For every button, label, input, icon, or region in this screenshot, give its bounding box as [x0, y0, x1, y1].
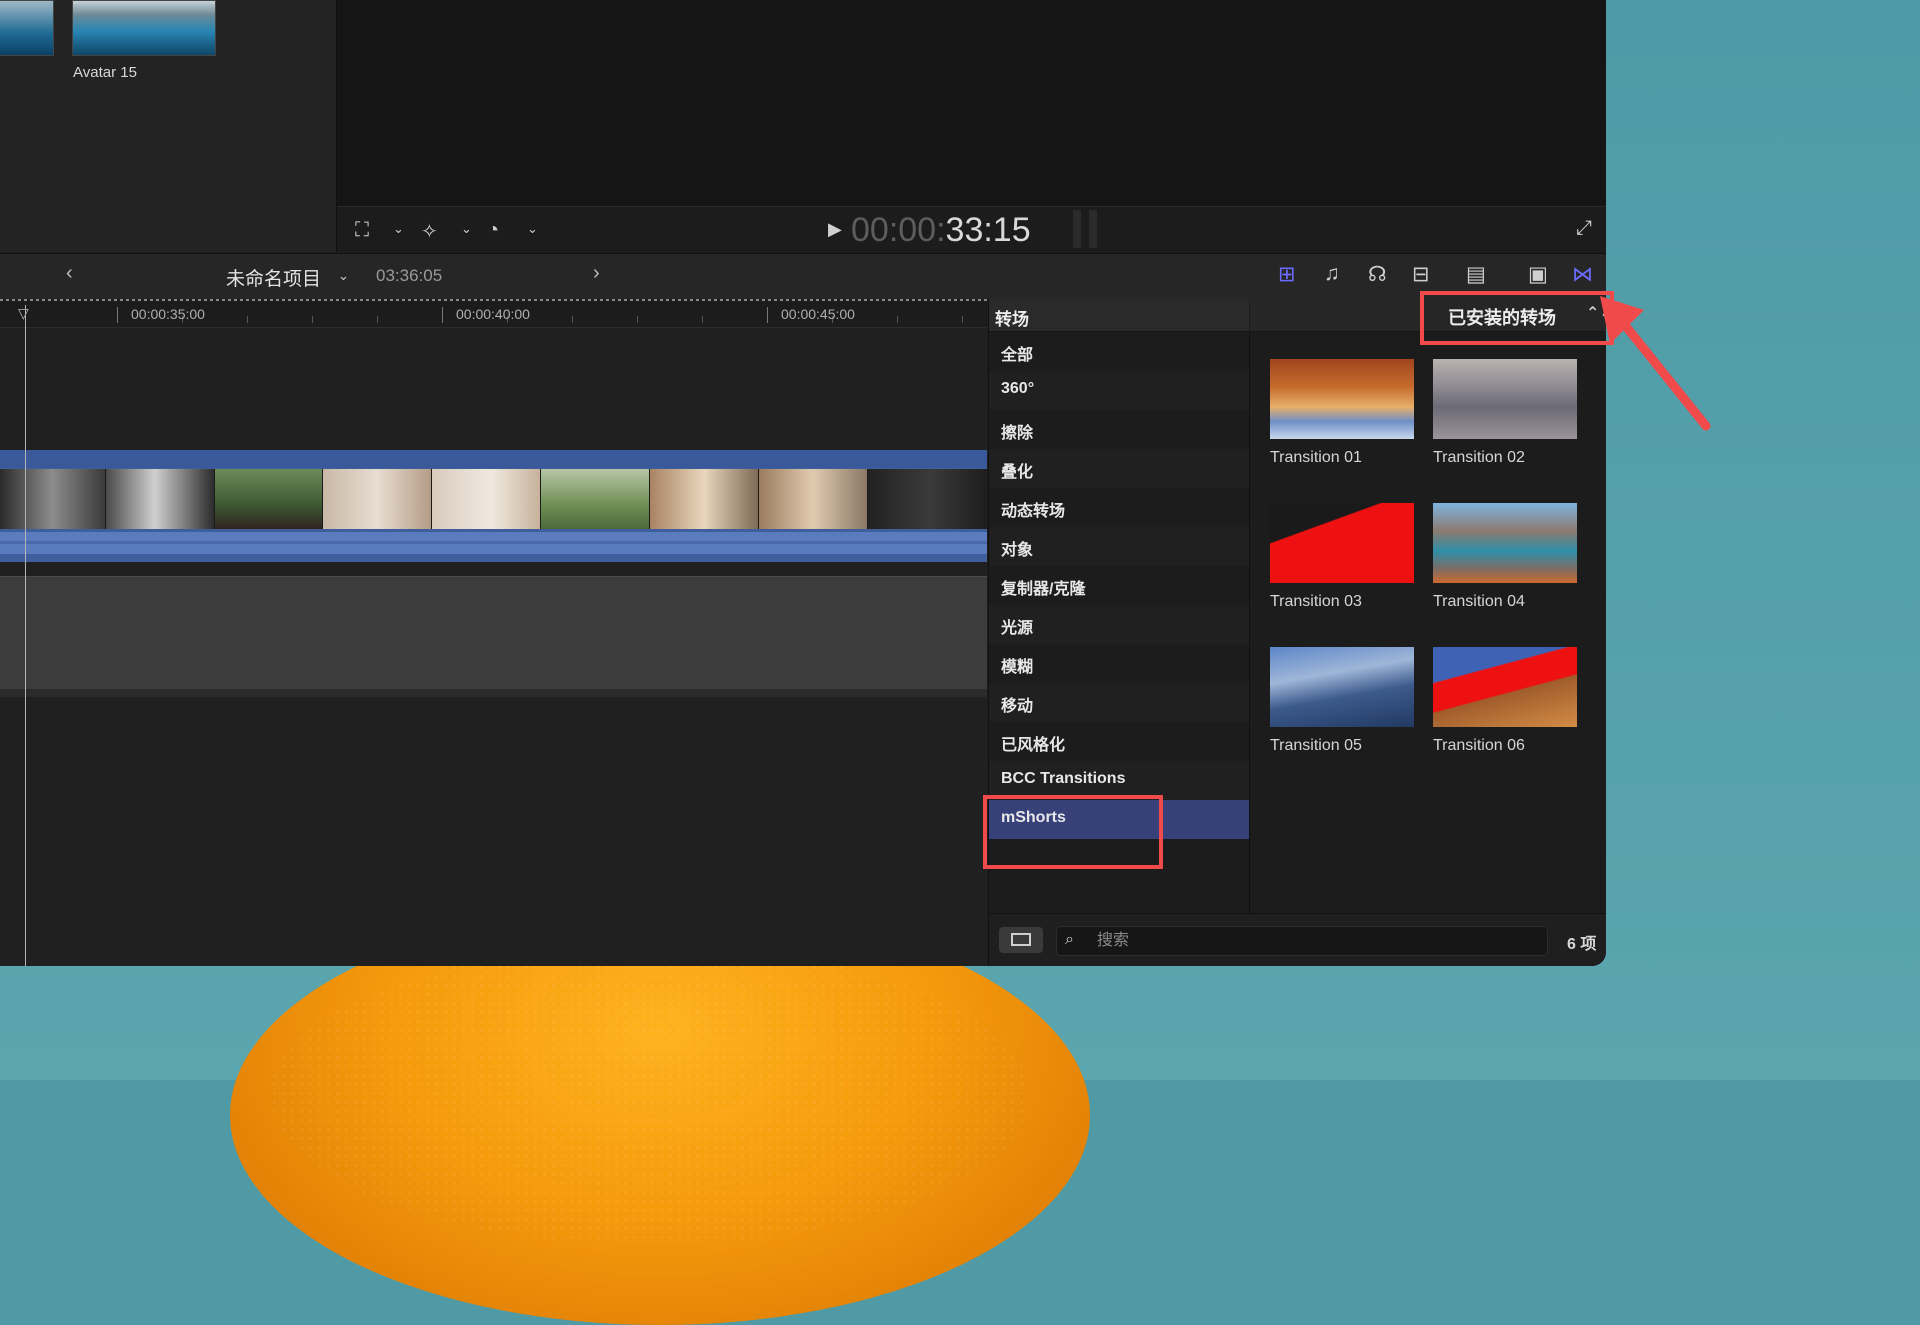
- category-item[interactable]: 对象: [989, 527, 1249, 566]
- category-item[interactable]: 全部: [989, 332, 1249, 371]
- transition-label: Transition 06: [1433, 737, 1525, 754]
- effects-browser-icon[interactable]: ▣: [1528, 262, 1548, 287]
- clip-appearance-icon[interactable]: ▤: [1466, 262, 1486, 287]
- playhead-marker-icon[interactable]: ▽: [18, 305, 29, 322]
- transition-label: Transition 05: [1270, 737, 1362, 754]
- audio-waveform: [0, 532, 987, 554]
- category-item[interactable]: 复制器/克隆: [989, 566, 1249, 605]
- audio-meter: [1089, 210, 1097, 248]
- audio-skimming-icon[interactable]: ♫: [1324, 262, 1340, 286]
- category-item[interactable]: 叠化: [989, 449, 1249, 488]
- transition-label: Transition 02: [1433, 449, 1525, 466]
- transition-label: Transition 03: [1270, 593, 1362, 610]
- category-item[interactable]: 动态转场: [989, 488, 1249, 527]
- search-input[interactable]: [1095, 930, 1529, 952]
- transition-thumbnail[interactable]: [1433, 359, 1577, 439]
- transform-icon[interactable]: ⛶: [355, 219, 369, 242]
- forward-arrow-icon[interactable]: ›: [593, 262, 600, 285]
- timecode-display: 00:00:33:15: [851, 211, 1031, 249]
- transitions-browser-icon[interactable]: ⋈: [1572, 262, 1593, 287]
- transition-thumbnail[interactable]: [1433, 503, 1577, 583]
- search-icon: ⌕: [1065, 931, 1074, 948]
- timeline[interactable]: 00:00:35:00 00:00:40:00 00:00:45:00 ▽: [0, 299, 994, 966]
- media-browser: Avatar 15: [0, 0, 337, 252]
- orange-fruit-image: [230, 905, 1090, 1325]
- layout-toggle-button[interactable]: [999, 927, 1043, 953]
- category-item[interactable]: 模糊: [989, 644, 1249, 683]
- highlight-box-installed: [1420, 291, 1614, 345]
- video-clip[interactable]: [0, 450, 994, 562]
- transition-thumbnail[interactable]: [1270, 647, 1414, 727]
- ruler-label: 00:00:45:00: [781, 306, 855, 322]
- clip-filmstrip: [0, 469, 994, 529]
- empty-track[interactable]: [0, 576, 987, 690]
- audio-meter: [1073, 210, 1081, 248]
- browser-bottom-bar: ⌕ 6 项: [989, 913, 1606, 966]
- chevron-down-icon[interactable]: ⌄: [527, 221, 538, 237]
- play-button[interactable]: ▶: [828, 219, 842, 240]
- project-duration: 03:36:05: [376, 266, 443, 285]
- category-item[interactable]: 360°: [989, 371, 1249, 410]
- chevron-down-icon[interactable]: ⌄: [393, 221, 404, 237]
- transition-thumbnail[interactable]: [1270, 359, 1414, 439]
- viewer-toolbar: ⛶ ⌄ ✧ ⌄ ◔ ⌄ ▶ 00:00:33:15 ⤢: [337, 206, 1606, 253]
- clip-thumbnail[interactable]: [0, 0, 54, 56]
- ruler-label: 00:00:40:00: [456, 306, 530, 322]
- snapping-icon[interactable]: ⊟: [1412, 262, 1430, 287]
- project-name[interactable]: 未命名项目: [226, 264, 321, 291]
- category-item[interactable]: 移动: [989, 683, 1249, 722]
- playhead[interactable]: [25, 305, 26, 966]
- transition-label: Transition 04: [1433, 593, 1525, 610]
- chevron-down-icon[interactable]: ⌄: [461, 221, 472, 237]
- timeline-header: ‹ 未命名项目 ⌄ 03:36:05 › ⊞ ♫ ☊ ⊟ ▤ ▣ ⋈: [0, 253, 1606, 300]
- fullscreen-icon[interactable]: ⤢: [1576, 217, 1592, 240]
- skimming-icon[interactable]: ⊞: [1278, 262, 1296, 287]
- viewer: [337, 0, 1606, 206]
- headphones-icon[interactable]: ☊: [1368, 262, 1387, 287]
- clip-title-bar: [0, 450, 987, 468]
- category-item[interactable]: 已风格化: [989, 722, 1249, 761]
- category-item[interactable]: 光源: [989, 605, 1249, 644]
- timeline-ruler[interactable]: 00:00:35:00 00:00:40:00 00:00:45:00: [0, 299, 987, 328]
- magic-wand-icon[interactable]: ✧: [421, 219, 438, 244]
- final-cut-window: Avatar 15 ⛶ ⌄ ✧ ⌄ ◔ ⌄ ▶ 00:00:33:15 ⤢ ‹ …: [0, 0, 1606, 966]
- track-divider: [0, 689, 987, 697]
- annotation-arrow-icon: [1600, 296, 1711, 431]
- category-item[interactable]: 擦除: [989, 410, 1249, 449]
- clip-thumbnail-avatar[interactable]: [72, 0, 216, 56]
- ruler-dotted-line: [0, 299, 987, 301]
- back-arrow-icon[interactable]: ‹: [66, 262, 73, 285]
- transition-thumbnail[interactable]: [1270, 503, 1414, 583]
- search-field[interactable]: ⌕: [1056, 926, 1548, 956]
- ruler-label: 00:00:35:00: [131, 306, 205, 322]
- transitions-header: 转场: [989, 299, 1249, 332]
- chevron-down-icon[interactable]: ⌄: [338, 268, 349, 284]
- highlight-box-mshorts: [983, 795, 1163, 869]
- transitions-grid: Transition 01 Transition 02 Transition 0…: [1250, 332, 1606, 913]
- item-count: 6 项: [1567, 936, 1597, 953]
- speed-icon[interactable]: ◔: [487, 219, 499, 242]
- clip-label: Avatar 15: [73, 64, 137, 81]
- transition-thumbnail[interactable]: [1433, 647, 1577, 727]
- transition-label: Transition 01: [1270, 449, 1362, 466]
